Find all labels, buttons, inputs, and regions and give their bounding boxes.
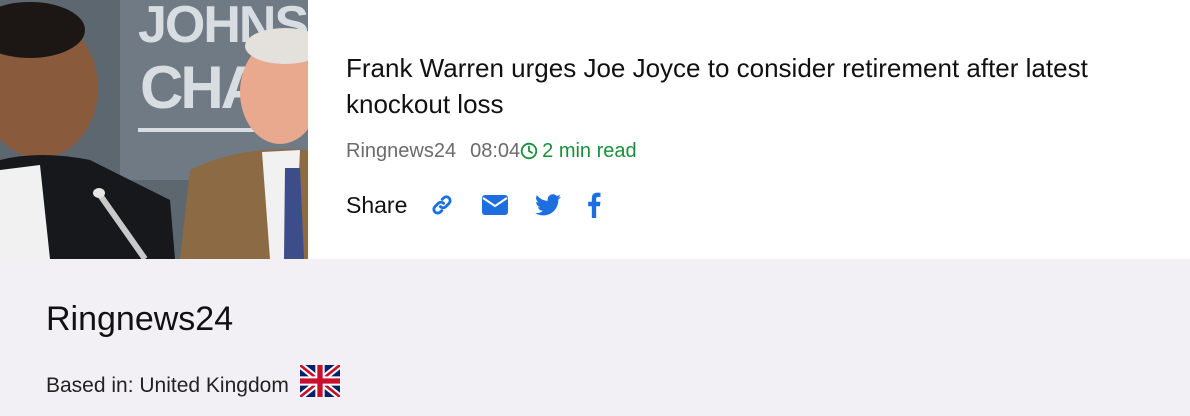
link-icon[interactable] [429, 192, 455, 218]
article-source[interactable]: Ringnews24 [346, 138, 456, 164]
email-icon[interactable] [481, 194, 509, 216]
article-thumbnail[interactable]: JOHNSON CHAM [0, 0, 308, 259]
clock-icon [520, 142, 538, 160]
share-label: Share [346, 192, 408, 218]
based-in: Based in: United Kingdom [46, 362, 342, 406]
share-bar: Share [346, 190, 627, 220]
article-meta: Ringnews24 08:04 2 min read [346, 138, 637, 164]
based-in-label: Based in: United Kingdom [46, 373, 289, 397]
united-kingdom-flag-icon [297, 362, 342, 406]
source-name[interactable]: Ringnews24 [46, 299, 233, 339]
article-card[interactable]: JOHNSON CHAM Frank Warren urges Joe Joyc… [0, 0, 1190, 259]
article-headline[interactable]: Frank Warren urges Joe Joyce to consider… [346, 50, 1176, 122]
article-time: 08:04 [470, 140, 521, 162]
read-time-label: 2 min read [542, 140, 637, 162]
twitter-icon[interactable] [535, 194, 562, 216]
source-info-panel: Ringnews24 Based in: United Kingdom [0, 259, 1190, 416]
read-time: 2 min read [520, 138, 637, 164]
article-photo: JOHNSON CHAM [0, 0, 308, 259]
facebook-icon[interactable] [587, 192, 601, 218]
